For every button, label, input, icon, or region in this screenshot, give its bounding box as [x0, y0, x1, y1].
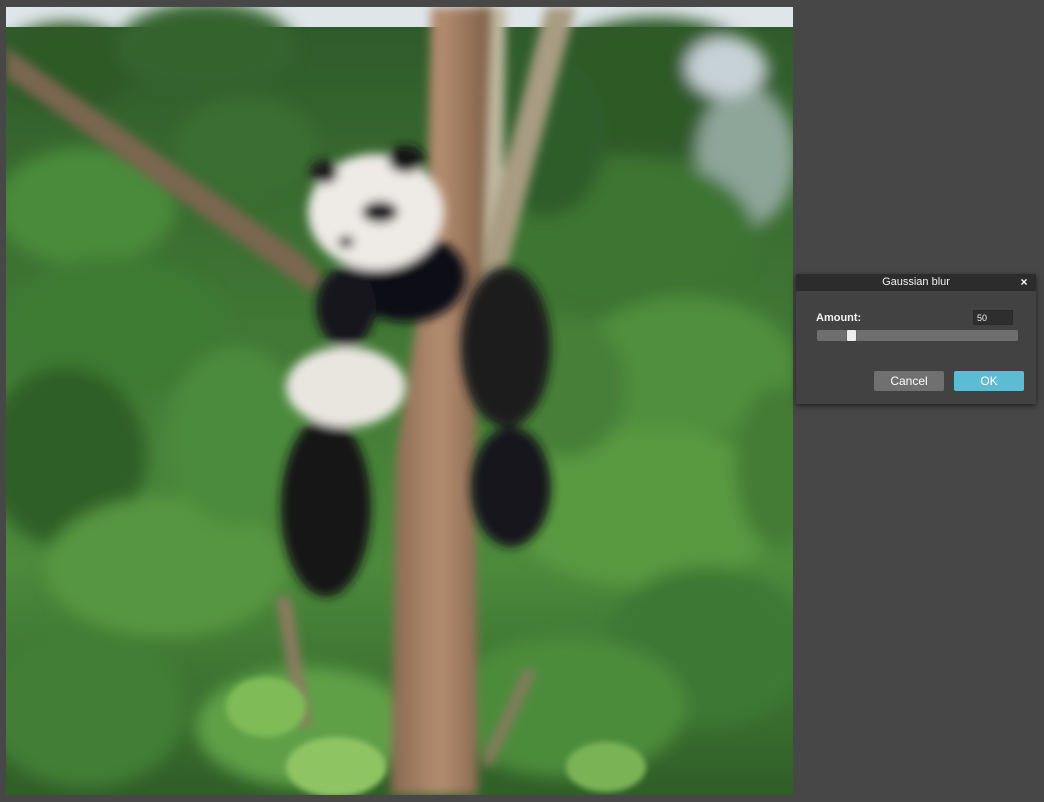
cancel-button[interactable]: Cancel [874, 371, 944, 391]
amount-slider[interactable] [817, 330, 1018, 341]
dialog-titlebar[interactable]: Gaussian blur × [796, 274, 1036, 291]
amount-input[interactable] [973, 310, 1013, 325]
amount-slider-thumb[interactable] [846, 330, 856, 341]
editor-workspace: Gaussian blur × Amount: Cancel OK [0, 0, 1044, 802]
panda-photo [6, 7, 793, 795]
ok-button[interactable]: OK [954, 371, 1024, 391]
amount-label: Amount: [816, 312, 862, 324]
canvas-image[interactable] [6, 7, 793, 795]
dialog-title: Gaussian blur [882, 276, 950, 288]
close-icon[interactable]: × [1018, 274, 1030, 291]
gaussian-blur-dialog: Gaussian blur × Amount: Cancel OK [796, 274, 1036, 404]
